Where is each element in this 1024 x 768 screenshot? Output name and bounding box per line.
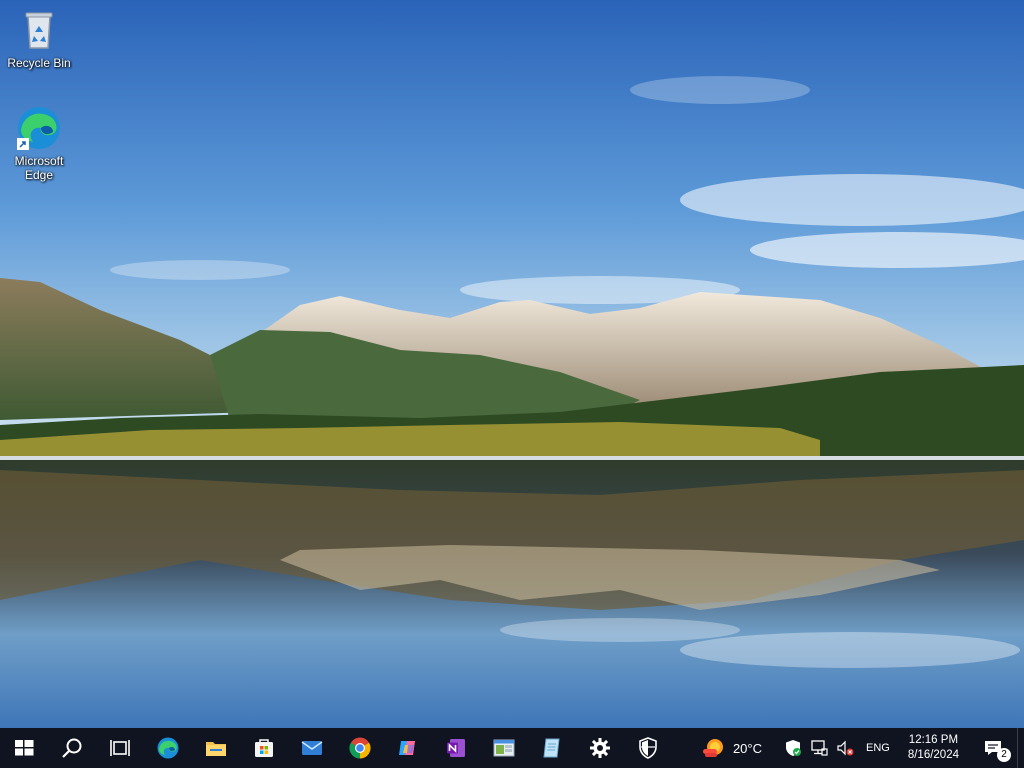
microsoft-store-icon bbox=[255, 739, 273, 757]
file-explorer-icon bbox=[206, 742, 226, 756]
weather-temperature: 20°C bbox=[732, 740, 762, 756]
input-language[interactable]: ENG bbox=[858, 728, 898, 768]
weather-widget[interactable]: 20°C bbox=[697, 728, 766, 768]
desktop: Recycle Bin Microsoft Edge bbox=[0, 0, 1024, 728]
desktop-icon-label: Recycle Bin bbox=[7, 56, 71, 70]
clock-time: 12:16 PM bbox=[908, 734, 959, 746]
start-button[interactable] bbox=[0, 728, 48, 768]
taskbar-app-copilot[interactable] bbox=[384, 728, 432, 768]
edge-icon bbox=[157, 737, 179, 759]
settings-gear-icon bbox=[590, 738, 610, 758]
task-view-button[interactable] bbox=[96, 728, 144, 768]
recycle-bin-icon bbox=[25, 12, 53, 49]
taskbar-app-notepad[interactable] bbox=[528, 728, 576, 768]
clock-date: 8/16/2024 bbox=[907, 749, 959, 761]
weather-sun-cloud-icon bbox=[702, 739, 723, 757]
taskbar: 20°C ENG 12:16 PM 8/16/2024 2 bbox=[0, 728, 1024, 768]
network-wired-icon bbox=[811, 740, 828, 756]
wallpaper-lake-mountains bbox=[0, 0, 1024, 728]
onenote-icon bbox=[447, 739, 465, 757]
taskbar-app-microsoft-store[interactable] bbox=[240, 728, 288, 768]
tray-defender[interactable] bbox=[780, 728, 806, 768]
show-desktop-button[interactable] bbox=[1017, 728, 1024, 768]
search-button[interactable] bbox=[48, 728, 96, 768]
edge-icon bbox=[17, 107, 60, 150]
defender-shield-icon bbox=[785, 740, 801, 756]
desktop-icon-label: Microsoft Edge bbox=[14, 154, 64, 182]
taskbar-app-windows-security[interactable] bbox=[624, 728, 672, 768]
taskbar-app-chrome[interactable] bbox=[336, 728, 384, 768]
mail-icon bbox=[301, 741, 323, 755]
chrome-icon bbox=[349, 737, 371, 759]
system-tray: 20°C ENG 12:16 PM 8/16/2024 2 bbox=[697, 728, 1024, 768]
volume-muted-icon bbox=[837, 740, 854, 756]
windows-security-icon bbox=[639, 737, 657, 759]
taskbar-app-edge[interactable] bbox=[144, 728, 192, 768]
clock[interactable]: 12:16 PM 8/16/2024 bbox=[898, 728, 969, 768]
action-center-button[interactable]: 2 bbox=[969, 728, 1017, 768]
app-window-icon bbox=[493, 739, 515, 757]
taskbar-app-window[interactable] bbox=[480, 728, 528, 768]
desktop-icon-microsoft-edge[interactable]: Microsoft Edge bbox=[1, 104, 77, 182]
task-view-icon bbox=[110, 740, 130, 756]
taskbar-app-settings[interactable] bbox=[576, 728, 624, 768]
desktop-icon-recycle-bin[interactable]: Recycle Bin bbox=[1, 6, 77, 70]
copilot-icon bbox=[399, 741, 415, 755]
taskbar-app-mail[interactable] bbox=[288, 728, 336, 768]
notification-count-badge: 2 bbox=[997, 748, 1011, 762]
windows-logo-icon bbox=[15, 740, 34, 756]
tray-network[interactable] bbox=[806, 728, 832, 768]
search-icon bbox=[62, 738, 82, 758]
taskbar-app-file-explorer[interactable] bbox=[192, 728, 240, 768]
taskbar-app-onenote[interactable] bbox=[432, 728, 480, 768]
notepad-icon bbox=[543, 738, 560, 758]
tray-volume[interactable] bbox=[832, 728, 858, 768]
